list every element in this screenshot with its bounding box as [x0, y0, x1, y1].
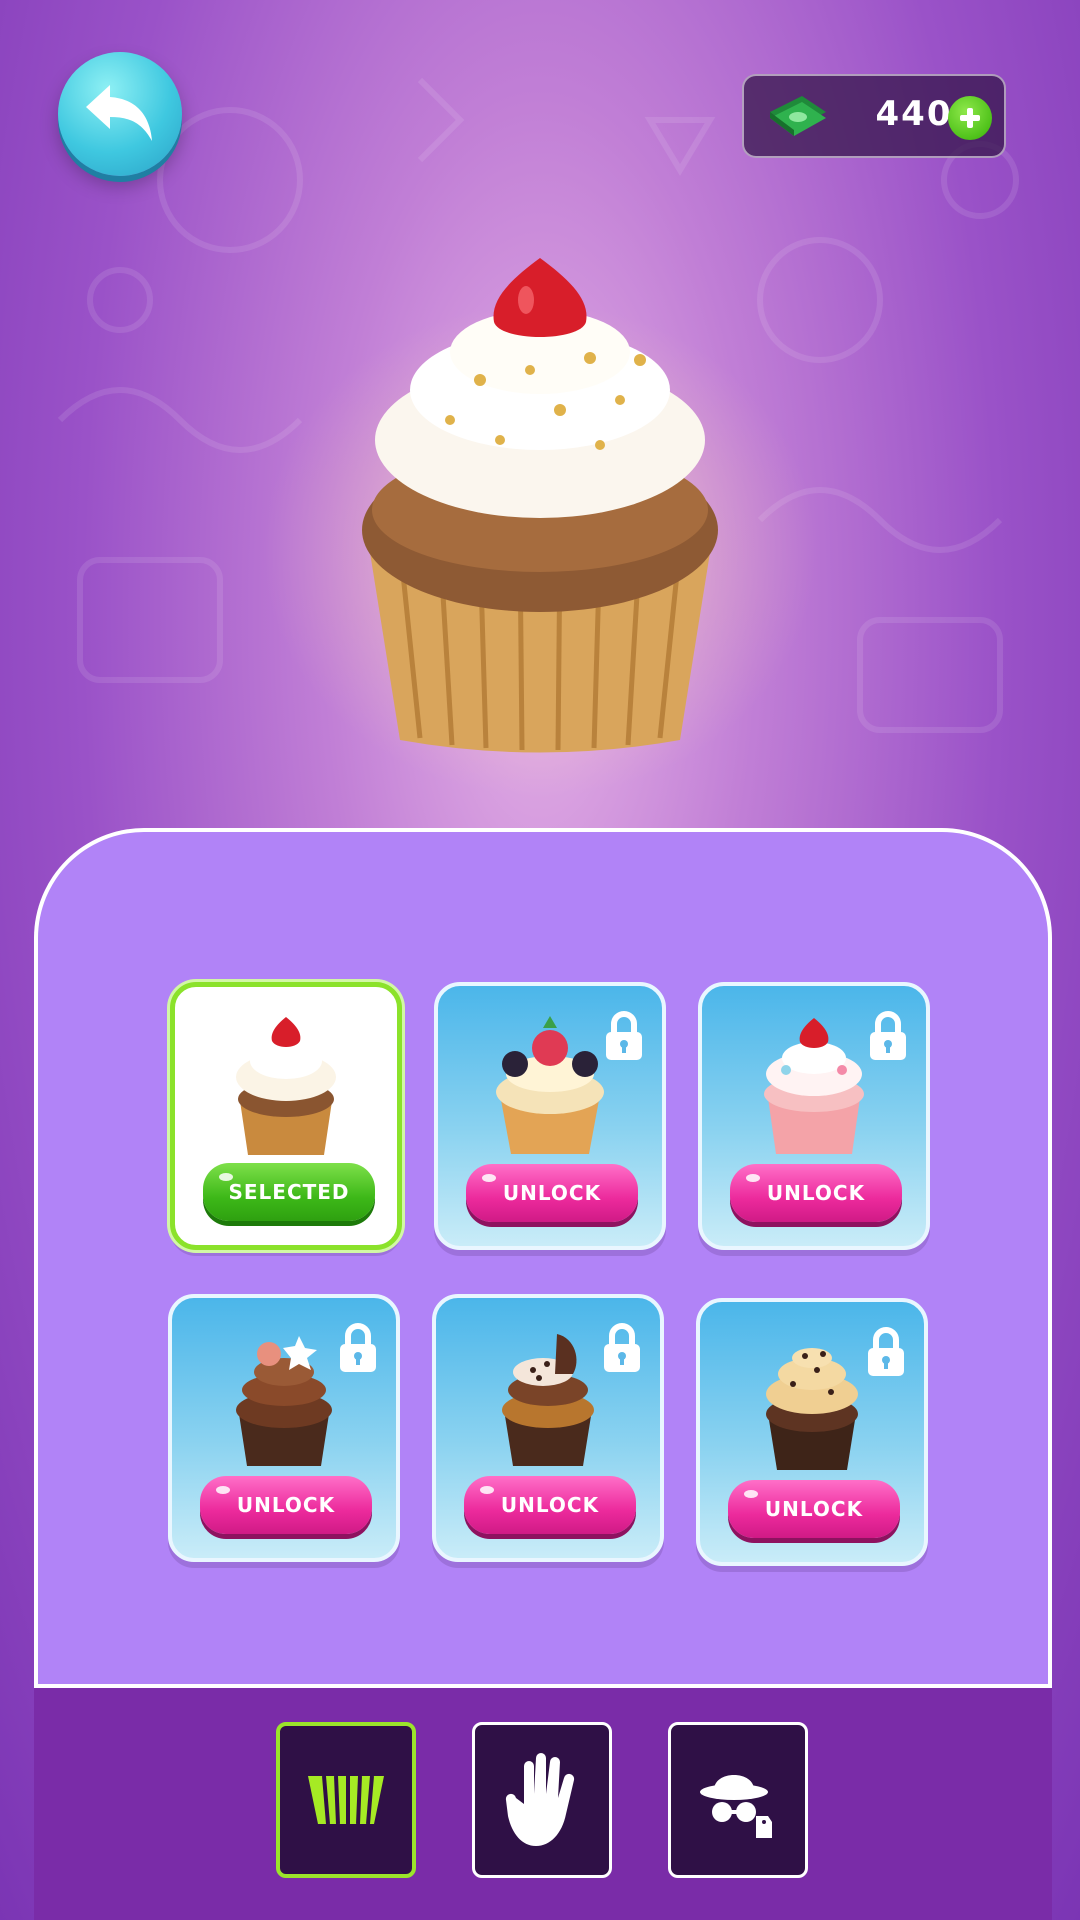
- add-currency-button[interactable]: [948, 96, 992, 140]
- lock-icon: [870, 1011, 906, 1060]
- cupcake-icon: [764, 1018, 864, 1154]
- hat-glasses-icon: [700, 1775, 772, 1838]
- hand-icon: [505, 1753, 575, 1846]
- cupcake-icon: [766, 1348, 858, 1470]
- cupcake-icon: [496, 1016, 604, 1154]
- shop-item-pink-cherry-cupcake[interactable]: UNLOCK: [698, 982, 930, 1250]
- cupcake-liner-tab[interactable]: [276, 1722, 416, 1878]
- unlock-button[interactable]: UNLOCK: [200, 1476, 372, 1534]
- cupcake-icon: [236, 1336, 332, 1466]
- cash-icon: [770, 96, 826, 136]
- lock-icon: [868, 1327, 904, 1376]
- cupcake-icon: [236, 1017, 336, 1155]
- cupcake-liner-icon: [308, 1775, 384, 1825]
- back-arrow-icon: [86, 85, 152, 141]
- selected-button[interactable]: SELECTED: [203, 1163, 375, 1221]
- unlock-button[interactable]: UNLOCK: [464, 1476, 636, 1534]
- shop-item-chocolate-chip-cupcake[interactable]: UNLOCK: [696, 1298, 928, 1566]
- shop-item-berry-cupcake[interactable]: UNLOCK: [434, 982, 666, 1250]
- back-button[interactable]: [58, 52, 182, 176]
- lock-icon: [340, 1323, 376, 1372]
- shop-item-vanilla-cherry-cupcake[interactable]: SELECTED: [170, 982, 402, 1250]
- currency-display: 440: [742, 74, 1006, 158]
- preview-cupcake: [362, 258, 718, 753]
- lock-icon: [604, 1323, 640, 1372]
- character-tab[interactable]: [668, 1722, 808, 1878]
- cupcake-icon: [502, 1334, 594, 1466]
- shop-item-chocolate-swirl-cupcake[interactable]: UNLOCK: [168, 1294, 400, 1562]
- unlock-button[interactable]: UNLOCK: [466, 1164, 638, 1222]
- hand-tab[interactable]: [472, 1722, 612, 1878]
- plus-icon: [960, 108, 980, 128]
- shop-item-cookies-cream-cupcake[interactable]: UNLOCK: [432, 1294, 664, 1562]
- category-tab-bar: [34, 1684, 1052, 1920]
- unlock-button[interactable]: UNLOCK: [730, 1164, 902, 1222]
- unlock-button[interactable]: UNLOCK: [728, 1480, 900, 1538]
